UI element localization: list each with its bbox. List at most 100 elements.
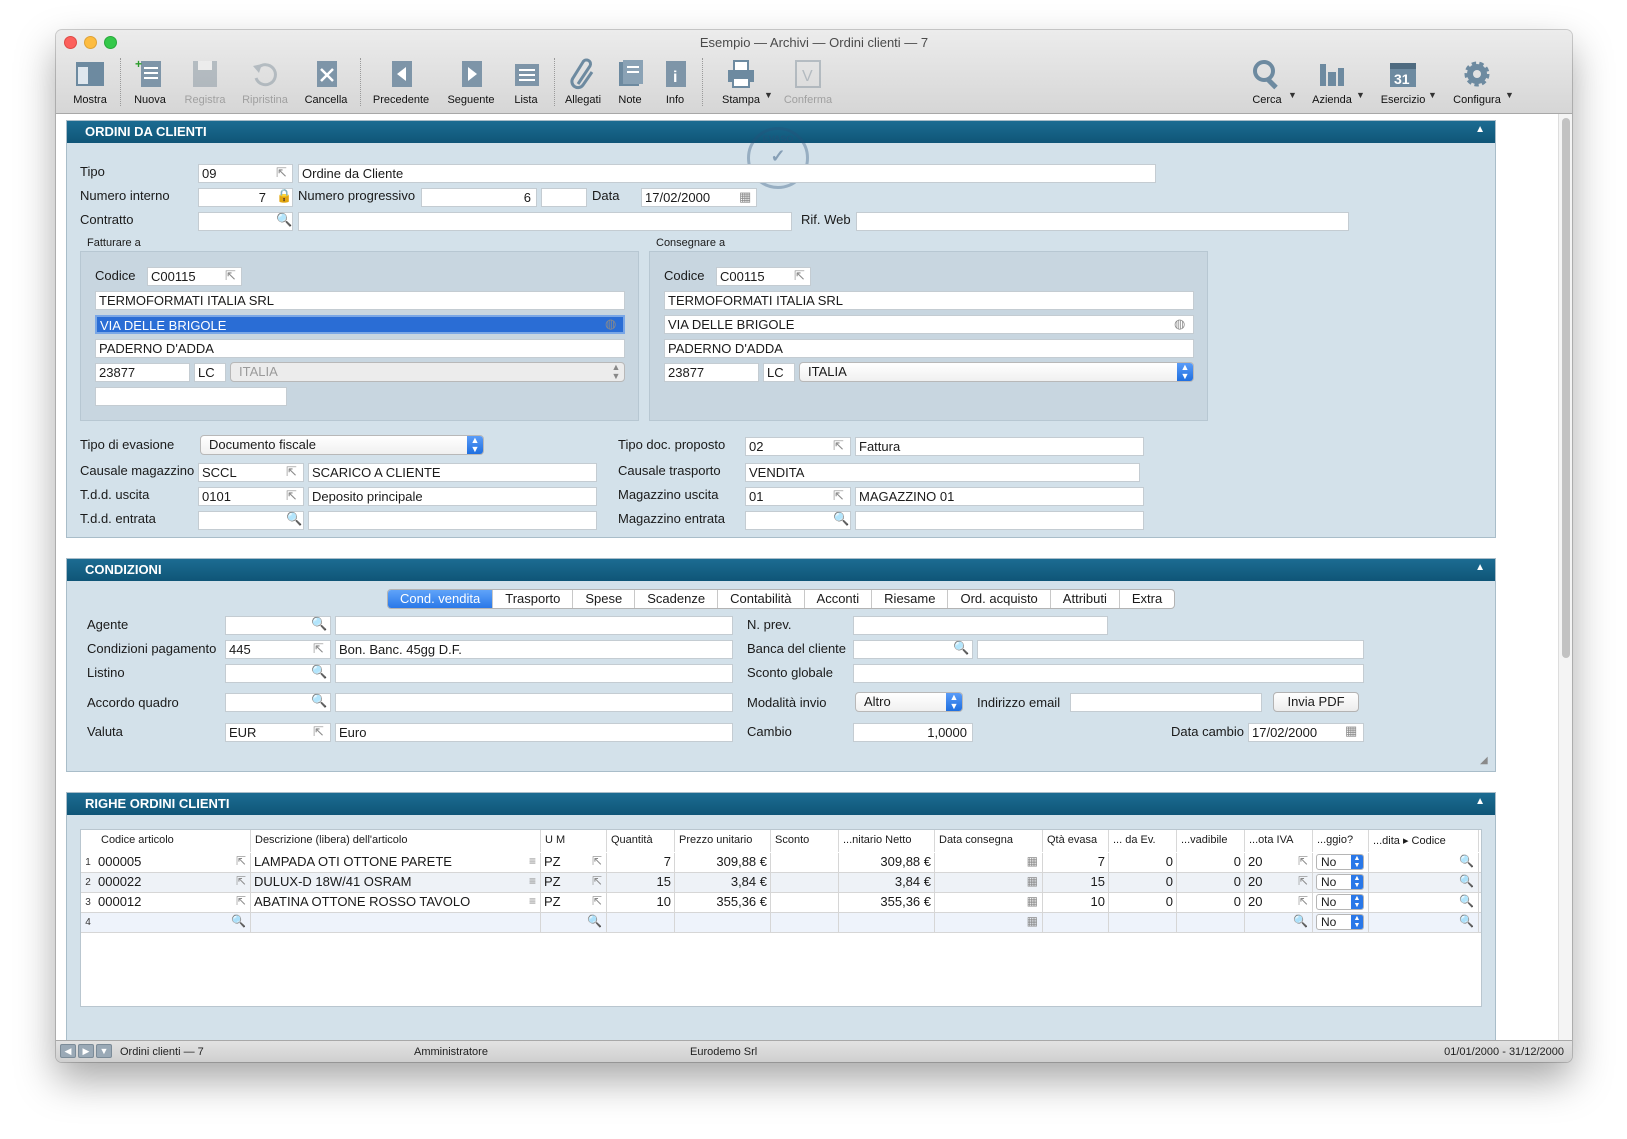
consegnare-indirizzo-field[interactable]: VIA DELLE BRIGOLE xyxy=(664,315,1194,334)
table-cell[interactable] xyxy=(771,913,839,933)
resize-grip-icon[interactable]: ◢ xyxy=(1480,755,1488,766)
omaggio-select[interactable]: No ▲ ▼ xyxy=(1316,874,1364,890)
toolbar-lista-button[interactable]: Lista xyxy=(506,54,546,112)
invia-pdf-button[interactable]: Invia PDF xyxy=(1273,692,1359,712)
table-cell[interactable]: ▦ xyxy=(935,853,1043,873)
lookup-arrow-icon[interactable]: ⇱ xyxy=(592,854,602,868)
table-cell[interactable]: 0 xyxy=(1109,853,1177,873)
table-cell[interactable]: LAMPADA OTI OTTONE PARETE ≡ xyxy=(251,853,541,873)
table-cell[interactable]: 0 xyxy=(1177,873,1245,893)
lookup-arrow-icon[interactable]: ⇱ xyxy=(276,165,287,181)
column-header-iva[interactable]: ...ota IVA xyxy=(1245,830,1313,852)
scrollbar-thumb[interactable] xyxy=(1562,118,1570,658)
toolbar-seguente-button[interactable]: Seguente xyxy=(440,54,502,112)
consegnare-citta-field[interactable]: PADERNO D'ADDA xyxy=(664,339,1194,358)
column-header-prezzo-unitario[interactable]: Prezzo unitario xyxy=(675,830,771,852)
toolbar-ripristina-button[interactable]: Ripristina xyxy=(238,54,292,112)
indirizzo-email-field[interactable] xyxy=(1070,693,1262,712)
search-icon[interactable]: 🔍 xyxy=(311,664,327,680)
status-menu-icon[interactable]: ▼ xyxy=(96,1044,112,1058)
collapse-icon[interactable]: ▲ xyxy=(1475,562,1485,573)
table-cell[interactable]: DULUX-D 18W/41 OSRAM ≡ xyxy=(251,873,541,893)
fatturare-cap-field[interactable]: 23877 xyxy=(95,363,190,382)
toolbar-allegati-button[interactable]: Allegati xyxy=(560,54,606,112)
magazzino-entrata-description-field[interactable] xyxy=(855,511,1144,530)
column-header-sconto[interactable]: Sconto xyxy=(771,830,839,852)
toolbar-info-button[interactable]: i Info xyxy=(656,54,694,112)
search-icon[interactable]: 🔍 xyxy=(231,914,246,928)
causale-magazzino-description-field[interactable]: SCARICO A CLIENTE xyxy=(308,463,597,482)
lookup-arrow-icon[interactable]: ⇱ xyxy=(236,874,246,888)
text-menu-icon[interactable]: ≡ xyxy=(529,894,536,908)
esercizio-dropdown-arrow-icon[interactable]: ▼ xyxy=(1428,90,1437,100)
toolbar-configura-button[interactable]: Configura xyxy=(1446,54,1508,112)
fatturare-citta-field[interactable]: PADERNO D'ADDA xyxy=(95,339,625,358)
table-cell[interactable]: 7 xyxy=(1043,853,1109,873)
table-cell[interactable]: 0 xyxy=(1109,893,1177,913)
table-cell[interactable]: 000022 ⇱ xyxy=(95,873,251,893)
table-cell[interactable]: 309,88 € xyxy=(839,853,935,873)
lookup-arrow-icon[interactable]: ⇱ xyxy=(236,854,246,868)
lookup-arrow-icon[interactable]: ⇱ xyxy=(1298,894,1308,908)
table-cell[interactable] xyxy=(251,913,541,933)
tipo-doc-proposto-description-field[interactable]: Fattura xyxy=(855,437,1144,456)
toolbar-nuova-button[interactable]: + Nuova xyxy=(128,54,172,112)
cambio-field[interactable]: 1,0000 xyxy=(853,723,973,742)
globe-icon[interactable]: ◍ xyxy=(605,316,616,332)
vertical-scrollbar[interactable] xyxy=(1558,114,1572,1040)
lookup-arrow-icon[interactable]: ⇱ xyxy=(794,268,805,284)
toolbar-mostra-button[interactable]: Mostra xyxy=(66,54,114,112)
table-cell[interactable] xyxy=(607,913,675,933)
lookup-arrow-icon[interactable]: ⇱ xyxy=(236,894,246,908)
omaggio-select[interactable]: No ▲ ▼ xyxy=(1316,854,1364,870)
calendar-icon[interactable]: ▦ xyxy=(1027,874,1038,888)
table-cell[interactable]: 0 xyxy=(1177,893,1245,913)
n-prev-field[interactable] xyxy=(853,616,1108,635)
tipo-description-field[interactable]: Ordine da Cliente xyxy=(298,164,1156,183)
search-icon[interactable]: 🔍 xyxy=(1459,914,1474,928)
tab-attributi[interactable]: Attributi xyxy=(1049,590,1119,608)
listino-description-field[interactable] xyxy=(335,664,733,683)
table-cell[interactable]: PZ ⇱ xyxy=(541,873,607,893)
fatturare-extra-field[interactable] xyxy=(95,387,287,406)
search-icon[interactable]: 🔍 xyxy=(276,212,292,228)
search-icon[interactable]: 🔍 xyxy=(286,511,302,527)
accordo-description-field[interactable] xyxy=(335,693,733,712)
lookup-arrow-icon[interactable]: ⇱ xyxy=(592,894,602,908)
lookup-arrow-icon[interactable]: ⇱ xyxy=(313,641,324,657)
tab-spese[interactable]: Spese xyxy=(572,590,634,608)
table-cell[interactable]: 10 xyxy=(607,893,675,913)
fatturare-indirizzo-field[interactable]: VIA DELLE BRIGOLE xyxy=(95,315,625,334)
lookup-arrow-icon[interactable]: ⇱ xyxy=(313,724,324,740)
lookup-arrow-icon[interactable]: ⇱ xyxy=(833,438,844,454)
righe-panel-header[interactable]: RIGHE ORDINI CLIENTI ▲ xyxy=(67,793,1495,815)
calendar-icon[interactable]: ▦ xyxy=(1027,914,1038,928)
table-cell[interactable]: PZ ⇱ xyxy=(541,893,607,913)
table-cell[interactable]: 🔍 xyxy=(95,913,251,933)
calendar-icon[interactable]: ▦ xyxy=(1027,854,1038,868)
text-menu-icon[interactable]: ≡ xyxy=(529,854,536,868)
consegnare-cap-field[interactable]: 23877 xyxy=(664,363,759,382)
omaggio-select[interactable]: No ▲ ▼ xyxy=(1316,914,1364,930)
banca-description-field[interactable] xyxy=(977,640,1364,659)
table-cell[interactable] xyxy=(771,893,839,913)
cerca-dropdown-arrow-icon[interactable]: ▼ xyxy=(1288,90,1297,100)
toolbar-registra-button[interactable]: Registra xyxy=(180,54,230,112)
tab-contabilita[interactable]: Contabilità xyxy=(717,590,803,608)
calendar-icon[interactable]: ▦ xyxy=(1345,723,1357,739)
table-cell[interactable] xyxy=(839,913,935,933)
toolbar-note-button[interactable]: Note xyxy=(610,54,650,112)
table-cell[interactable] xyxy=(675,913,771,933)
search-icon[interactable]: 🔍 xyxy=(1459,854,1474,868)
table-cell[interactable]: 🔍 xyxy=(1369,873,1479,893)
table-row[interactable]: 4 🔍 🔍 ▦ 🔍 No ▲ ▼ 🔍 xyxy=(81,913,1481,933)
table-cell[interactable]: 🔍 xyxy=(1369,893,1479,913)
column-header-codice[interactable]: Codice articolo xyxy=(95,830,251,852)
search-icon[interactable]: 🔍 xyxy=(1459,874,1474,888)
table-cell[interactable]: 🔍 xyxy=(541,913,607,933)
causale-trasporto-field[interactable]: VENDITA xyxy=(745,463,1140,482)
stampa-dropdown-arrow-icon[interactable]: ▼ xyxy=(764,90,773,100)
table-cell[interactable]: 0 xyxy=(1109,873,1177,893)
column-header-quantita[interactable]: Quantità xyxy=(607,830,675,852)
table-cell[interactable]: 3,84 € xyxy=(839,873,935,893)
